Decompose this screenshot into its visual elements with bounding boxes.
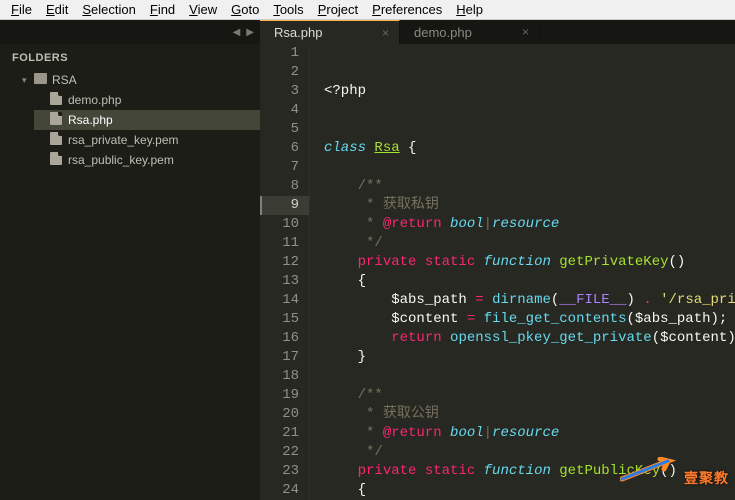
code-line	[324, 158, 735, 177]
code-line: $content = file_get_contents($abs_path);	[324, 310, 735, 329]
line-number: 8	[260, 177, 299, 196]
line-number: 21	[260, 424, 299, 443]
file-label: Rsa.php	[68, 113, 113, 127]
file-icon	[48, 152, 64, 168]
code-line: * @return bool|resource	[324, 215, 735, 234]
line-number: 10	[260, 215, 299, 234]
editor-tab[interactable]: demo.php ×	[400, 20, 540, 44]
line-number: 4	[260, 101, 299, 120]
line-number: 11	[260, 234, 299, 253]
code-line: return openssl_pkey_get_private($content…	[324, 329, 735, 348]
file-tree: ▾ RSA demo.php Rsa.php rsa_private_key.pem…	[0, 70, 260, 170]
tree-file[interactable]: demo.php	[34, 90, 260, 110]
sidebar-title: FOLDERS	[0, 44, 260, 70]
menu-item[interactable]: Project	[311, 2, 365, 17]
sidebar-nav: ◀ ▶	[0, 20, 260, 44]
code-line: class Rsa {	[324, 139, 735, 158]
menu-item[interactable]: Goto	[224, 2, 266, 17]
menu-bar: FileEditSelectionFindViewGotoToolsProjec…	[0, 0, 735, 20]
line-number: 5	[260, 120, 299, 139]
sidebar: FOLDERS ▾ RSA demo.php Rsa.php rsa_private…	[0, 44, 260, 500]
code-line: */	[324, 443, 735, 462]
line-number: 7	[260, 158, 299, 177]
sidebar-next-icon[interactable]: ▶	[246, 27, 254, 38]
file-icon	[48, 132, 64, 148]
code-line: * @return bool|resource	[324, 424, 735, 443]
code-area[interactable]: <?php class Rsa { /** * 获取私钥 * @return bo…	[310, 44, 735, 500]
line-number: 9	[260, 196, 309, 215]
menu-item[interactable]: Help	[449, 2, 490, 17]
code-line: $abs_path = dirname(__FILE__) . '/rsa_pr…	[324, 291, 735, 310]
line-number: 2	[260, 63, 299, 82]
folder-label: RSA	[52, 73, 77, 87]
menu-item[interactable]: Edit	[39, 2, 75, 17]
menu-item[interactable]: Tools	[266, 2, 310, 17]
tree-file[interactable]: rsa_public_key.pem	[34, 150, 260, 170]
tab-label: demo.php	[414, 25, 472, 40]
code-line	[324, 367, 735, 386]
menu-item[interactable]: Preferences	[365, 2, 449, 17]
line-number: 3	[260, 82, 299, 101]
line-number: 1	[260, 44, 299, 63]
code-line: {	[324, 272, 735, 291]
tab-label: Rsa.php	[274, 25, 322, 40]
line-number: 12	[260, 253, 299, 272]
file-label: rsa_private_key.pem	[68, 133, 179, 147]
line-number: 14	[260, 291, 299, 310]
close-icon[interactable]: ×	[374, 26, 389, 40]
code-line: }	[324, 348, 735, 367]
file-icon	[48, 92, 64, 108]
tree-folder-root[interactable]: ▾ RSA	[8, 70, 260, 90]
folder-icon	[32, 73, 48, 87]
tree-file[interactable]: Rsa.php	[34, 110, 260, 130]
sidebar-prev-icon[interactable]: ◀	[233, 27, 241, 38]
code-line: <?php	[324, 82, 735, 101]
line-number: 22	[260, 443, 299, 462]
file-icon	[48, 112, 64, 128]
code-editor[interactable]: 123456789101112131415161718192021222324 …	[260, 44, 735, 500]
menu-item[interactable]: View	[182, 2, 224, 17]
editor-tab[interactable]: Rsa.php ×	[260, 20, 400, 44]
code-line: private static function getPrivateKey()	[324, 253, 735, 272]
code-line: private static function getPublicKey()	[324, 462, 735, 481]
code-line: * 获取私钥	[324, 196, 735, 215]
menu-item[interactable]: File	[4, 2, 39, 17]
main-area: FOLDERS ▾ RSA demo.php Rsa.php rsa_private…	[0, 44, 735, 500]
code-line	[324, 120, 735, 139]
line-number: 20	[260, 405, 299, 424]
tab-bar: Rsa.php × demo.php ×	[260, 20, 540, 44]
code-line: * 获取公钥	[324, 405, 735, 424]
close-icon[interactable]: ×	[514, 25, 529, 39]
line-number: 16	[260, 329, 299, 348]
menu-item[interactable]: Selection	[75, 2, 142, 17]
line-number: 24	[260, 481, 299, 500]
top-bar: ◀ ▶ Rsa.php × demo.php ×	[0, 20, 735, 44]
menu-item[interactable]: Find	[143, 2, 182, 17]
code-line: /**	[324, 177, 735, 196]
file-label: demo.php	[68, 93, 121, 107]
line-number: 13	[260, 272, 299, 291]
line-number: 18	[260, 367, 299, 386]
line-number: 6	[260, 139, 299, 158]
code-line: */	[324, 234, 735, 253]
file-label: rsa_public_key.pem	[68, 153, 174, 167]
line-number: 15	[260, 310, 299, 329]
code-line	[324, 101, 735, 120]
line-gutter: 123456789101112131415161718192021222324	[260, 44, 310, 500]
code-line: {	[324, 481, 735, 500]
line-number: 23	[260, 462, 299, 481]
code-line: /**	[324, 386, 735, 405]
chevron-down-icon: ▾	[22, 75, 32, 86]
line-number: 17	[260, 348, 299, 367]
tree-file[interactable]: rsa_private_key.pem	[34, 130, 260, 150]
line-number: 19	[260, 386, 299, 405]
